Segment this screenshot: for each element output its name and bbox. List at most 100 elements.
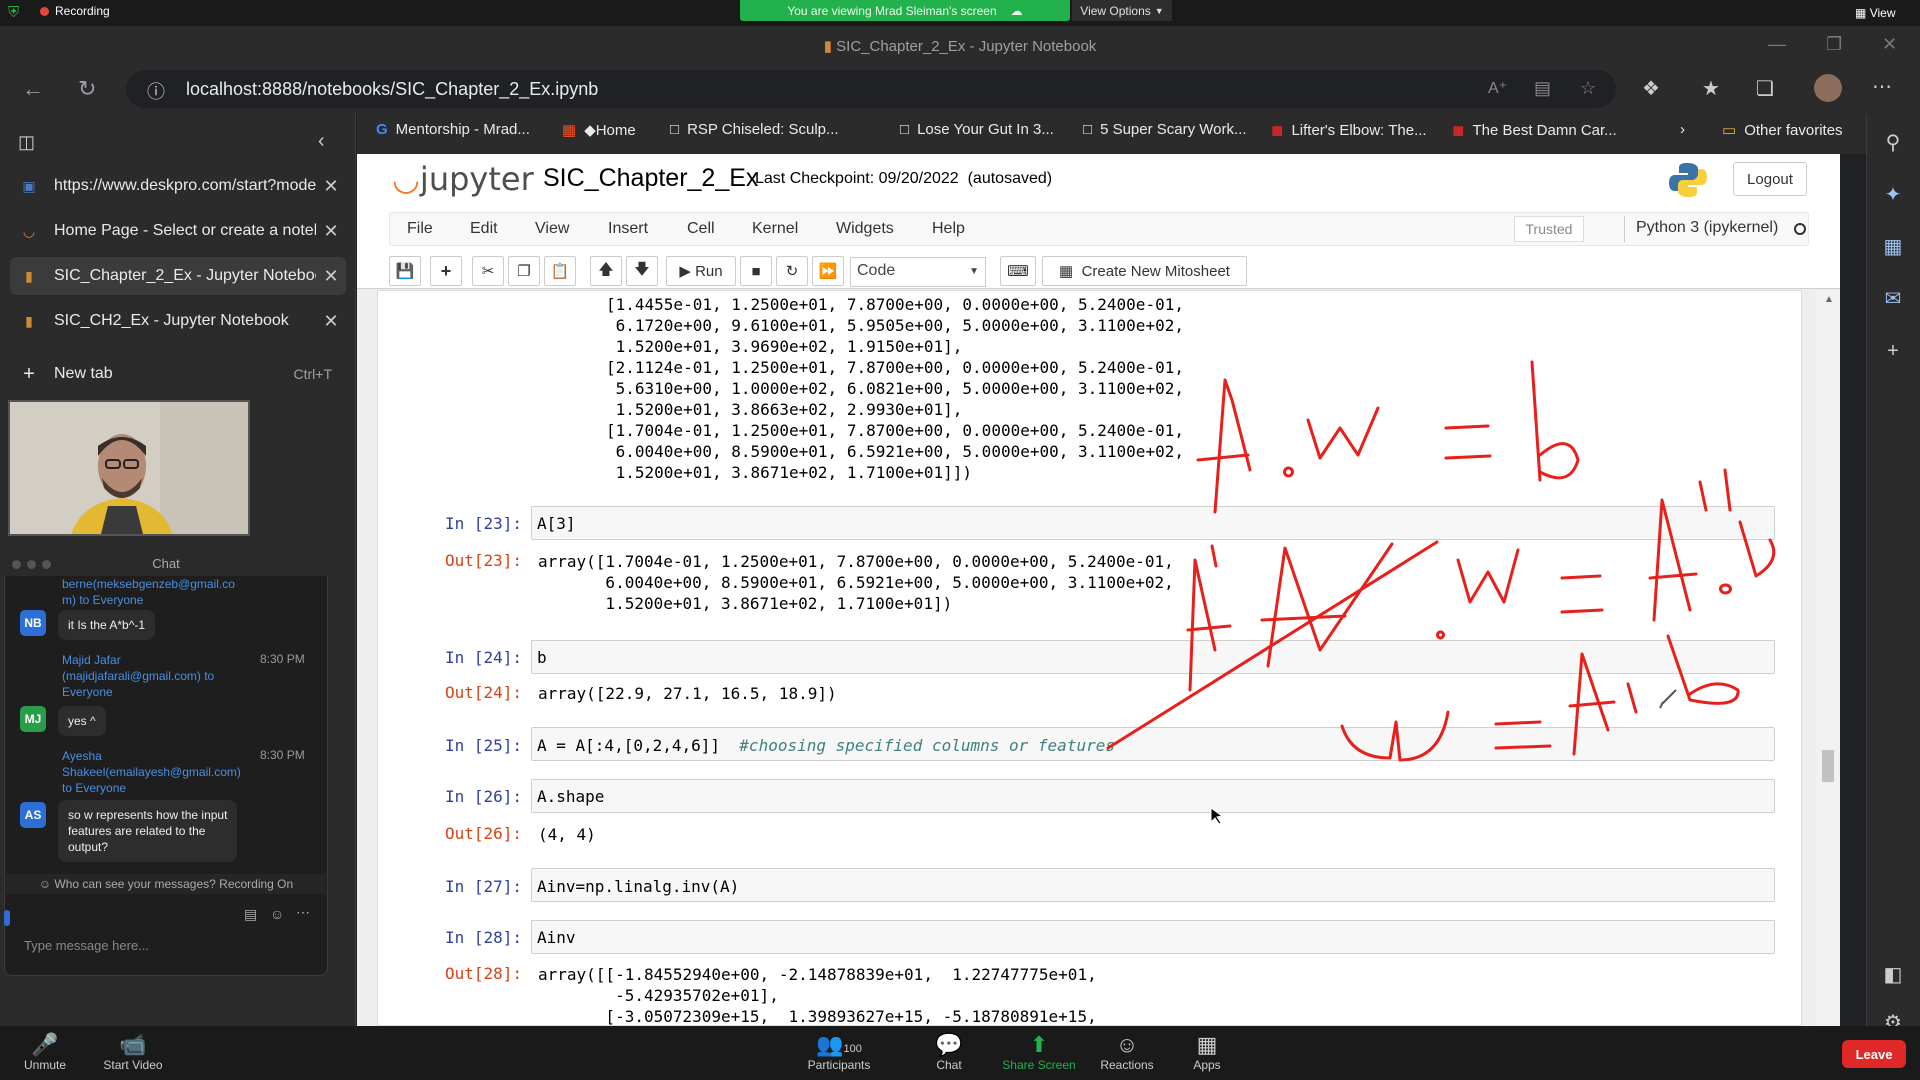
code-24[interactable]: b [537,648,547,667]
cut-icon[interactable]: ✂ [472,256,504,286]
emoji-icon[interactable]: ☺ [270,906,284,922]
close-window-icon[interactable]: ✕ [1882,34,1897,55]
menu-kernel[interactable]: Kernel [752,220,798,238]
chat-button[interactable]: 💬 Chat [904,1032,994,1072]
notebook-name[interactable]: SIC_Chapter_2_Ex [543,164,758,193]
menu-insert[interactable]: Insert [608,220,648,238]
info-icon[interactable]: ⓘ [147,78,165,104]
keyboard-icon[interactable]: ⌨ [1000,256,1036,286]
close-tab-icon[interactable]: ✕ [316,266,346,287]
participants-button[interactable]: 👥100 Participants [794,1032,884,1072]
run-all-icon[interactable]: ⏩ [812,256,844,286]
move-down-icon[interactable]: 🡇 [626,256,658,286]
tab-sic-chapter-2-ex[interactable]: ▮ SIC_Chapter_2_Ex - Jupyter Notebook ✕ [10,257,346,295]
code-27[interactable]: Ainv=np.linalg.inv(A) [537,877,739,896]
kernel-name[interactable]: Python 3 (ipykernel) [1636,219,1778,237]
stop-icon[interactable]: ■ [740,256,772,286]
trusted-indicator[interactable]: Trusted [1514,216,1584,242]
restore-icon[interactable]: ❐ [1826,34,1842,55]
file-icon[interactable]: ▤ [244,906,257,923]
zoom-view-button[interactable]: ▦ View [1855,6,1895,20]
favorite-best-damn[interactable]: ◼ The Best Damn Car... [1452,121,1617,140]
menu-file[interactable]: File [407,220,433,238]
new-tab-button[interactable]: + New tab Ctrl+T [10,355,346,393]
favorite-add-icon[interactable]: ☆ [1580,78,1596,99]
tab-actions-icon[interactable]: ◫ [18,132,35,153]
read-aloud-icon[interactable]: A⁺ [1488,78,1507,98]
view-options-button[interactable]: View Options ▼ [1072,0,1172,21]
sidebar-layout-icon[interactable]: ◧ [1878,962,1908,987]
logout-button[interactable]: Logout [1733,162,1807,196]
code-cell-28[interactable] [531,920,1775,954]
close-tab-icon[interactable]: ✕ [316,176,346,197]
tab-sic-ch2-ex[interactable]: ▮ SIC_CH2_Ex - Jupyter Notebook ✕ [10,302,346,340]
scroll-up-icon[interactable]: ▲ [1824,294,1834,305]
extensions-icon[interactable]: ❖ [1642,76,1660,101]
collapse-chevron-icon[interactable]: ‹ [318,130,325,153]
jupyter-logo[interactable]: ◡jupyter [392,160,534,198]
code-cell-24[interactable] [531,640,1775,674]
restart-icon[interactable]: ↻ [776,256,808,286]
code-26[interactable]: A.shape [537,787,604,806]
sparkle-icon[interactable]: ✦ [1878,182,1908,207]
viewing-label: You are viewing Mrad Sleiman's screen [787,3,997,18]
move-up-icon[interactable]: 🡅 [590,256,622,286]
zoom-dot-icon[interactable] [42,560,51,569]
tab-jupyter-home[interactable]: ◡ Home Page - Select or create a notebo ✕ [10,212,346,250]
copy-icon[interactable]: ❐ [508,256,540,286]
code-28[interactable]: Ainv [537,928,576,947]
menu-help[interactable]: Help [932,220,965,238]
code-cell-26[interactable] [531,779,1775,813]
favorite-mentorship[interactable]: G Mentorship - Mrad... [376,121,530,138]
apps-button[interactable]: ▦ Apps [1162,1032,1252,1072]
tab-deskpro[interactable]: ▣ https://www.deskpro.com/start?mode- ✕ [10,167,346,205]
favorite-home[interactable]: ▦ ◆Home [562,121,636,139]
menu-widgets[interactable]: Widgets [836,220,894,238]
save-icon[interactable]: 💾 [389,256,421,286]
favorite-rsp[interactable]: □ RSP Chiseled: Sculp... [670,121,839,138]
outlook-icon[interactable]: ✉ [1878,286,1908,311]
back-arrow-icon[interactable]: ← [22,76,44,102]
reactions-button[interactable]: ☺ Reactions [1082,1032,1172,1072]
favorites-icon[interactable]: ★ [1702,76,1720,101]
favorite-scary-work[interactable]: □ 5 Super Scary Work... [1083,121,1247,138]
share-screen-button[interactable]: ⬆ Share Screen [994,1032,1084,1072]
favorite-lose-gut[interactable]: □ Lose Your Gut In 3... [900,121,1054,138]
chat-message-input[interactable]: Type message here... [24,938,149,953]
notebook-scrollbar[interactable] [1816,290,1840,1026]
add-icon[interactable]: + [1878,340,1908,363]
scrollbar-thumb[interactable] [1822,750,1834,782]
close-tab-icon[interactable]: ✕ [316,311,346,332]
minimize-dot-icon[interactable] [27,560,36,569]
code-25[interactable]: A = A[:4,[0,2,4,6]] #choosing specified … [537,736,1115,755]
immersive-reader-icon[interactable]: ▤ [1534,78,1551,99]
code-23[interactable]: A[3] [537,514,576,533]
paste-icon[interactable]: 📋 [544,256,576,286]
start-video-button[interactable]: 📹 Start Video [88,1032,178,1072]
menu-edit[interactable]: Edit [470,220,498,238]
other-favorites[interactable]: ▭ Other favorites [1722,121,1843,140]
chat-privacy-notice[interactable]: ☺ Who can see your messages? Recording O… [6,874,326,894]
search-icon[interactable]: ⚲ [1878,130,1908,155]
leave-button[interactable]: Leave [1842,1040,1906,1068]
code-cell-23[interactable] [531,506,1775,540]
more-icon[interactable]: ⋯ [296,904,310,921]
menu-view[interactable]: View [535,220,569,238]
run-button[interactable]: ▶ Run [666,256,736,286]
insert-cell-icon[interactable]: + [430,256,462,286]
close-dot-icon[interactable] [12,560,21,569]
create-mitosheet-button[interactable]: ▦ Create New Mitosheet [1042,256,1247,286]
unmute-button[interactable]: 🎤 Unmute [0,1032,90,1072]
favorite-lifters-elbow[interactable]: ◼ Lifter's Elbow: The... [1271,121,1427,140]
profile-avatar[interactable] [1814,74,1842,102]
collections-icon[interactable]: ❏ [1756,76,1774,101]
office-icon[interactable]: ▦ [1878,234,1908,259]
minimize-icon[interactable]: — [1768,34,1786,55]
more-menu-icon[interactable]: ⋯ [1872,74,1892,99]
cell-type-select[interactable]: Code ▼ [850,257,986,287]
close-tab-icon[interactable]: ✕ [316,221,346,242]
favorites-overflow-chevron-icon[interactable]: › [1680,121,1685,138]
refresh-icon[interactable]: ↻ [78,76,96,102]
menu-cell[interactable]: Cell [687,220,715,238]
url-text[interactable]: localhost:8888/notebooks/SIC_Chapter_2_E… [186,79,598,100]
